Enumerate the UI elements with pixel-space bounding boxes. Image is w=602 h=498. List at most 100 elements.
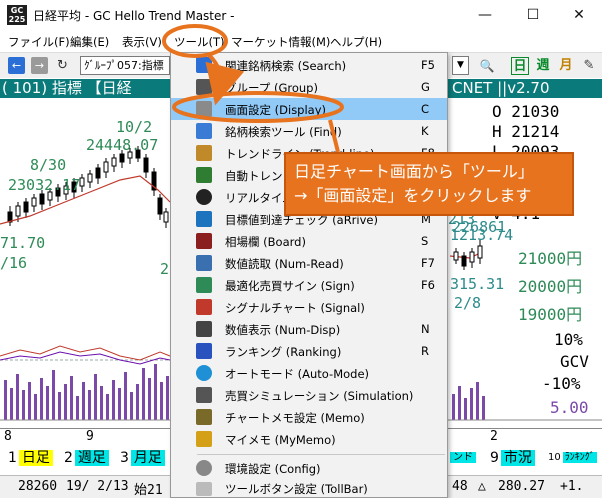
- menu-item-toolbar-settings[interactable]: ツールボタン設定 (TollBar): [171, 479, 447, 497]
- status-open: 始21: [134, 483, 163, 498]
- window-title: 日経平均 - GC Hello Trend Master -: [33, 9, 235, 23]
- price-scale-19000: 19000円: [518, 305, 583, 324]
- menu-tools[interactable]: ツール(T): [174, 34, 225, 50]
- open-price: O 21030: [492, 102, 560, 121]
- auto-trend-icon: [196, 167, 212, 183]
- high-price: H 21214: [492, 122, 560, 141]
- axis-tick: 8: [4, 429, 12, 444]
- status-date: 19/ 2/13: [66, 479, 129, 494]
- value-830-label: 23032.17: [8, 176, 81, 194]
- num-read-icon: [196, 255, 212, 271]
- menu-item-ranking[interactable]: ランキング (Ranking) R: [171, 340, 447, 362]
- menu-item-display-settings[interactable]: 画面設定 (Display) C: [171, 98, 447, 120]
- forward-arrow-icon[interactable]: →: [31, 57, 48, 74]
- menu-edit[interactable]: 編集(E): [70, 34, 109, 50]
- trend-line-icon: [196, 145, 212, 161]
- auto-mode-icon: [196, 365, 212, 381]
- menu-item-config[interactable]: 環境設定 (Config): [171, 457, 447, 479]
- tools-menu: 関連銘柄検索 (Search) F5 グループ (Group) G 画面設定 (…: [170, 52, 448, 498]
- group-icon: [196, 79, 212, 95]
- sign-icon: [196, 277, 212, 293]
- low-value-label: 71.70: [0, 234, 46, 252]
- back-arrow-icon[interactable]: ←: [8, 57, 25, 74]
- low-date-label: /16: [0, 254, 28, 272]
- right-label-4: 315.31: [450, 275, 505, 293]
- target-chart-icon: [196, 211, 212, 227]
- status-change: 280.27: [498, 479, 545, 494]
- signal-chart-icon: [196, 299, 212, 315]
- ranking-icon: [196, 343, 212, 359]
- menu-item-find[interactable]: 銘柄検索ツール (Find) K: [171, 120, 447, 142]
- status-percent: +1.: [560, 479, 584, 494]
- board-icon: [196, 233, 212, 249]
- peak-date-label: 10/2: [116, 118, 153, 136]
- menu-view[interactable]: 表示(V): [122, 34, 162, 50]
- indicator-scale-bottom: -10%: [542, 374, 581, 393]
- axis-tick: 9: [86, 429, 94, 444]
- right-label-5: 2/8: [454, 294, 482, 312]
- clock-icon: [196, 189, 212, 205]
- date-830-label: 8/30: [30, 156, 67, 174]
- weekly-chart-button[interactable]: 週: [534, 57, 552, 75]
- menu-item-memo[interactable]: チャートメモ設定 (Memo): [171, 406, 447, 428]
- menu-item-num-disp[interactable]: 数値表示 (Num-Disp) N: [171, 318, 447, 340]
- maximize-button[interactable]: ☐: [510, 0, 556, 31]
- menu-file[interactable]: ファイル(F): [8, 34, 70, 50]
- candlesticks-right: [453, 240, 483, 270]
- display-settings-icon: [196, 101, 212, 117]
- menu-item-auto-mode[interactable]: オートモード (Auto-Mode): [171, 362, 447, 384]
- status-code: 28260: [18, 479, 58, 494]
- refresh-icon[interactable]: ↻: [54, 57, 71, 74]
- tab-weekly[interactable]: 2 週足: [62, 447, 109, 469]
- tab-trend[interactable]: ンド: [450, 447, 476, 469]
- menu-item-signal[interactable]: シグナルチャート (Signal): [171, 296, 447, 318]
- search-icon[interactable]: 🔍: [478, 57, 496, 75]
- memo-icon: [196, 409, 212, 425]
- chevron-down-icon[interactable]: ▼: [452, 56, 469, 75]
- axis-tick: 2: [490, 429, 498, 444]
- simulation-icon: [196, 387, 212, 403]
- peak-value-label: 24448.07: [86, 136, 159, 154]
- menu-item-group[interactable]: グループ (Group) G: [171, 76, 447, 98]
- edit-icon[interactable]: ✎: [580, 57, 598, 75]
- price-scale-21000: 21000円: [518, 249, 583, 268]
- menu-item-sign[interactable]: 最適化売買サイン (Sign) F6: [171, 274, 447, 296]
- menu-bar: ファイル(F) 編集(E) 表示(V) ツール(T) マーケット情報(M) ヘル…: [0, 31, 602, 52]
- tab-monthly[interactable]: 3 月足: [118, 447, 165, 469]
- oscillator-line: [0, 345, 171, 361]
- tab-ranking[interactable]: 10 ﾗﾝｷﾝｸﾞ: [546, 447, 597, 469]
- chart-header-left: ( 101) 指標 【日経: [2, 79, 132, 97]
- callout-line-1: 日足チャート画面から「ツール」: [294, 162, 534, 181]
- monthly-chart-button[interactable]: 月: [557, 57, 575, 75]
- callout-line-2: →「画面設定」をクリックします: [294, 186, 532, 205]
- find-icon: [196, 123, 212, 139]
- menu-item-simulation[interactable]: 売買シミュレーション (Simulation): [171, 384, 447, 406]
- volume-scale-value: 5.00: [550, 398, 589, 417]
- close-button[interactable]: ✕: [556, 0, 602, 31]
- num-disp-icon: [196, 321, 212, 337]
- gear-icon: [196, 460, 212, 476]
- magnifier-icon: [196, 57, 212, 73]
- app-logo: GC 225: [7, 5, 27, 25]
- menu-item-my-memo[interactable]: マイメモ (MyMemo): [171, 428, 447, 450]
- right-label-3: 1213.74: [450, 226, 514, 244]
- triangle-icon: △: [478, 479, 486, 494]
- indicator-scale-top: 10%: [554, 330, 583, 349]
- minimize-button[interactable]: —: [462, 0, 508, 31]
- tab-market[interactable]: 9 市況: [488, 447, 535, 469]
- chart-header-right: CNET ||v2.70: [452, 79, 550, 97]
- menu-separator: [197, 454, 445, 455]
- tab-daily[interactable]: 1 日足: [6, 447, 53, 469]
- menu-market-info[interactable]: マーケット情報(M): [231, 34, 330, 50]
- instruction-callout: 日足チャート画面から「ツール」 →「画面設定」をクリックします: [284, 152, 574, 216]
- title-bar: GC 225 日経平均 - GC Hello Trend Master - — ☐…: [0, 0, 602, 31]
- menu-help[interactable]: ヘルプ(H): [330, 34, 382, 50]
- my-memo-icon: [196, 431, 212, 447]
- indicator-name: GCV: [560, 352, 589, 371]
- menu-item-num-read[interactable]: 数値読取 (Num-Read) F7: [171, 252, 447, 274]
- partial-label: 2: [160, 260, 170, 278]
- menu-item-search[interactable]: 関連銘柄検索 (Search) F5: [171, 54, 447, 76]
- menu-item-board[interactable]: 相場欄 (Board) S: [171, 230, 447, 252]
- group-select[interactable]: ｸﾞﾙｰﾌﾟ057:指標: [80, 56, 170, 75]
- daily-chart-button[interactable]: 日: [511, 57, 529, 75]
